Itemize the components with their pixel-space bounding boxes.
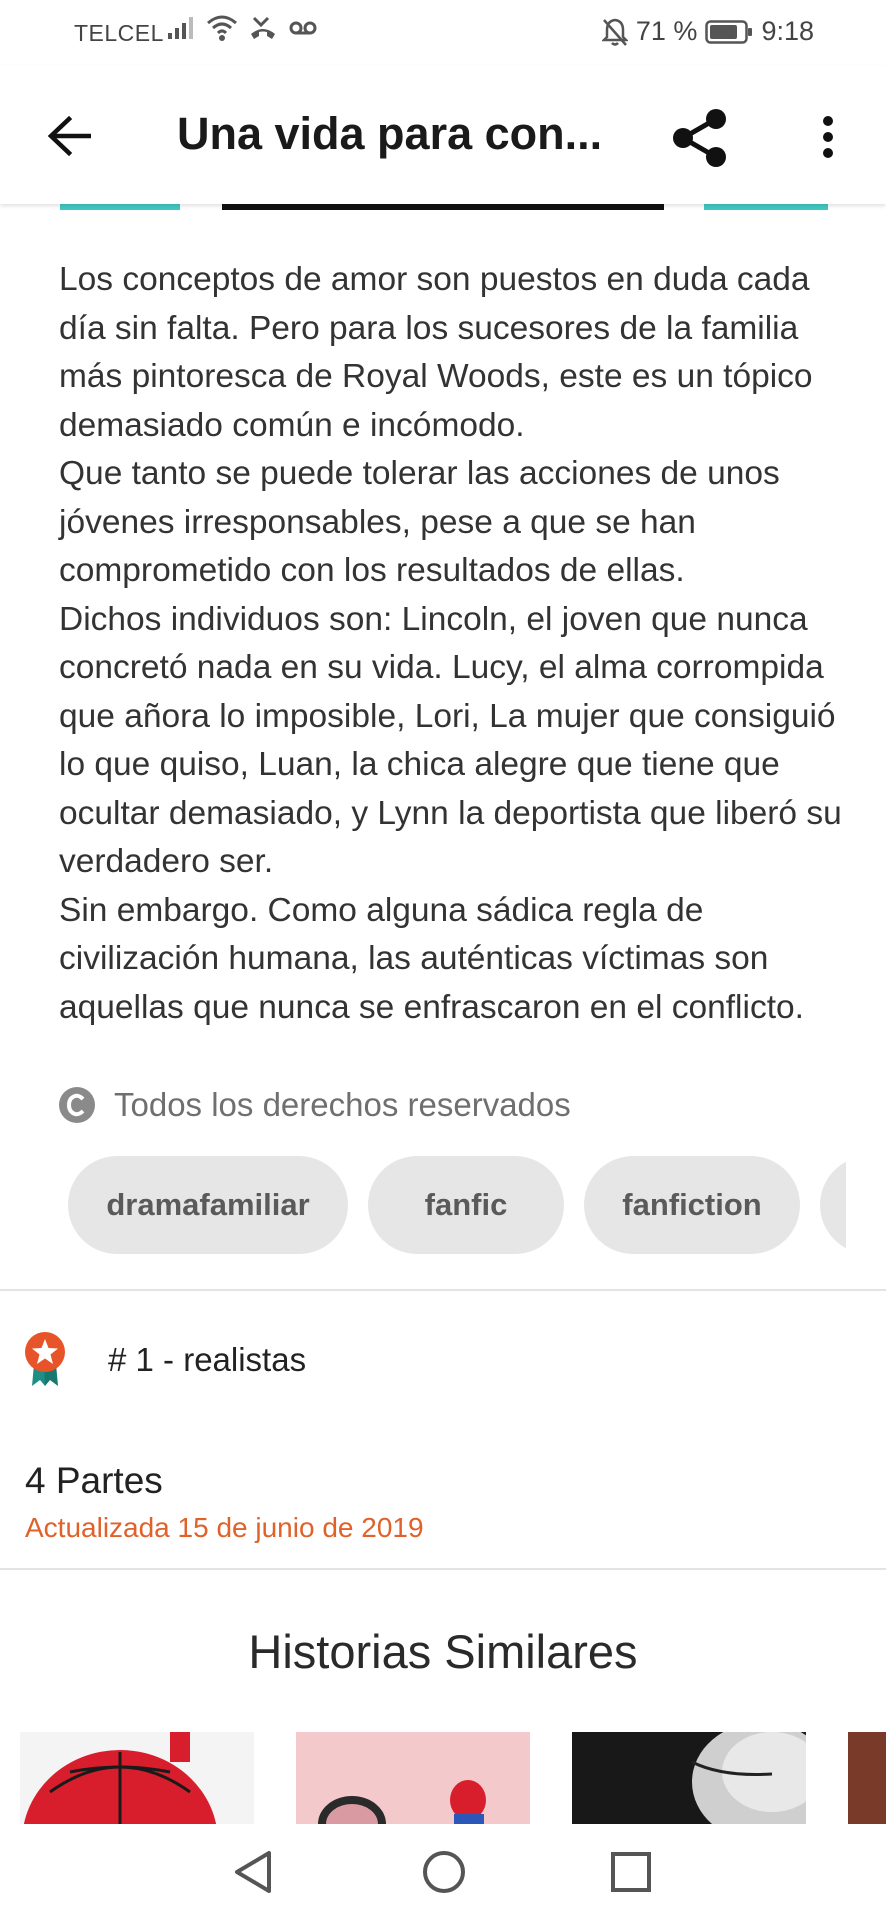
arrow-back-icon: [47, 116, 91, 156]
spiderman-cover-image: [23, 1732, 217, 1824]
signal-icon: [168, 17, 193, 39]
tag-chip[interactable]: fanfic: [368, 1156, 564, 1254]
system-nav-bar: [0, 1824, 886, 1920]
award-ribbon-icon: [25, 1332, 65, 1386]
similar-story-cover[interactable]: [20, 1732, 254, 1824]
cover-image-edge: [60, 204, 180, 210]
similar-story-cover[interactable]: [572, 1732, 806, 1824]
back-button[interactable]: [40, 106, 100, 166]
updated-date: Actualizada 15 de junio de 2019: [25, 1512, 424, 1543]
copyright-label: Todos los derechos reservados: [114, 1086, 571, 1123]
copyright-icon: [59, 1087, 95, 1123]
similar-stories-heading: Historias Similares: [248, 1625, 638, 1678]
carrier-label: TELCEL: [74, 20, 164, 46]
more-vert-icon: [823, 116, 833, 158]
tag-chip[interactable]: [820, 1156, 846, 1254]
cover-image-edge: [222, 204, 664, 210]
more-options-button[interactable]: [806, 104, 850, 170]
wifi-icon: [207, 15, 237, 41]
copyright-row: Todos los derechos reservados: [58, 1086, 571, 1124]
nav-back-triangle-icon: [235, 1851, 271, 1893]
tag-chip[interactable]: fanfiction: [584, 1156, 800, 1254]
pink-cover-image: [318, 1780, 486, 1824]
divider: [0, 1568, 886, 1570]
share-button[interactable]: [664, 102, 736, 174]
story-title: Una vida para con...: [177, 108, 603, 159]
nav-back-button[interactable]: [225, 1844, 281, 1900]
battery-percent: 71 %: [635, 16, 698, 46]
battery-icon: [705, 19, 753, 44]
app-bar: Una vida para con...: [0, 66, 886, 204]
cover-image-edge: [704, 204, 828, 210]
missed-call-icon: [251, 16, 275, 39]
similar-story-cover[interactable]: [296, 1732, 530, 1824]
nav-home-circle-icon: [423, 1851, 465, 1893]
ranking-label[interactable]: # 1 - realistas: [108, 1341, 306, 1379]
nav-recents-button[interactable]: [603, 1844, 659, 1900]
story-description: Los conceptos de amor son puestos en dud…: [59, 261, 842, 1026]
divider: [0, 1289, 886, 1291]
tag-chip[interactable]: dramafamiliar: [68, 1156, 348, 1254]
clock: 9:18: [761, 16, 814, 46]
nav-home-button[interactable]: [416, 1844, 472, 1900]
voicemail-icon: [289, 21, 317, 35]
parts-count: 4 Partes: [25, 1460, 163, 1501]
mute-bell-icon: [601, 18, 628, 46]
ranking-badge[interactable]: [20, 1330, 70, 1388]
nav-recents-square-icon: [611, 1852, 651, 1892]
status-bar: TELCEL 71 % 9:18: [0, 0, 886, 66]
status-icons-left: [166, 14, 318, 42]
share-icon: [673, 109, 726, 167]
status-icons-right: 71 % 9:18: [601, 16, 814, 47]
similar-story-cover[interactable]: [848, 1732, 886, 1824]
dark-cover-image: [572, 1732, 806, 1824]
tag-list: dramafamiliar fanfic fanfiction: [68, 1156, 846, 1256]
